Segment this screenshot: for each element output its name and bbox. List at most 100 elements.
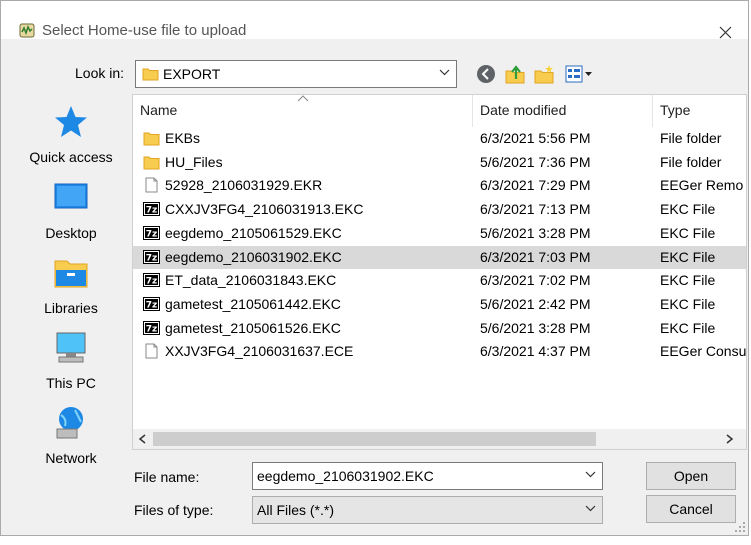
file-name: eegdemo_2105061529.EKC bbox=[165, 224, 342, 241]
place-label: This PC bbox=[46, 375, 96, 391]
file-row[interactable]: 7z eegdemo_2106031902.EKC 6/3/2021 7:03 PM… bbox=[133, 245, 746, 269]
file-name: 52928_2106031929.EKR bbox=[165, 177, 323, 194]
file-type: EKC File bbox=[660, 319, 716, 336]
file-type: File folder bbox=[660, 130, 722, 146]
sort-ascending-icon bbox=[297, 95, 309, 102]
svg-text:7z: 7z bbox=[146, 300, 158, 310]
file-name: HU_Files bbox=[165, 153, 223, 170]
file-name: XXJV3FG4_2106031637.ECE bbox=[165, 343, 354, 360]
file-upload-dialog: Select Home-use file to upload Look in: … bbox=[0, 0, 749, 536]
look-in-value: EXPORT bbox=[163, 66, 221, 82]
column-header-date[interactable]: Date modified bbox=[480, 102, 566, 118]
file-type: EKC File bbox=[660, 201, 716, 218]
file-date-modified: 6/3/2021 7:29 PM bbox=[480, 177, 591, 194]
place-quick-access[interactable]: Quick access bbox=[15, 105, 127, 175]
back-arrow-icon bbox=[477, 65, 495, 83]
file-type: EKC File bbox=[660, 248, 716, 265]
file-row[interactable]: 7z gametest_2105061526.EKC 5/6/2021 3:28 P… bbox=[133, 317, 746, 340]
svg-text:7z: 7z bbox=[146, 324, 158, 334]
close-button[interactable] bbox=[711, 19, 741, 45]
column-divider[interactable] bbox=[472, 95, 473, 127]
folder-icon bbox=[143, 156, 160, 170]
cancel-button[interactable]: Cancel bbox=[646, 495, 736, 523]
document-icon bbox=[145, 343, 158, 359]
folder-icon bbox=[143, 132, 160, 146]
view-menu-button[interactable] bbox=[564, 63, 596, 85]
file-list[interactable]: Name Date modified Type EKBs 6/3/2021 5:5… bbox=[132, 94, 747, 450]
place-network[interactable]: Network bbox=[15, 406, 127, 476]
place-label: Libraries bbox=[44, 300, 98, 316]
back-button[interactable] bbox=[475, 63, 497, 85]
up-folder-icon bbox=[505, 65, 525, 84]
file-row[interactable]: 52928_2106031929.EKR 6/3/2021 7:29 PM EEGe… bbox=[133, 174, 746, 197]
look-in-dropdown[interactable]: EXPORT bbox=[135, 60, 457, 88]
file-row[interactable]: 7z ET_data_2106031843.EKC 6/3/2021 7:02 PM… bbox=[133, 269, 746, 292]
file-date-modified: 5/6/2021 7:36 PM bbox=[480, 153, 591, 170]
file-row[interactable]: 7z CXXJV3FG4_2106031913.EKC 6/3/2021 7:13 … bbox=[133, 198, 746, 221]
file-name: gametest_2105061442.EKC bbox=[165, 295, 341, 312]
file-name: CXXJV3FG4_2106031913.EKC bbox=[165, 201, 364, 218]
file-date-modified: 6/3/2021 7:13 PM bbox=[480, 201, 591, 218]
resize-grip-icon[interactable] bbox=[734, 521, 746, 533]
files-of-type-dropdown[interactable]: All Files (*.*) bbox=[252, 496, 603, 524]
files-of-type-label: Files of type: bbox=[134, 502, 214, 518]
file-name-value[interactable]: eegdemo_2106031902.EKC bbox=[257, 468, 434, 484]
place-desktop[interactable]: Desktop bbox=[15, 181, 127, 251]
archive-7z-icon: 7z bbox=[143, 249, 160, 264]
new-folder-icon bbox=[534, 65, 554, 84]
file-row[interactable]: XXJV3FG4_2106031637.ECE 6/3/2021 4:37 PM E… bbox=[133, 340, 747, 363]
svg-text:7z: 7z bbox=[146, 253, 158, 263]
place-libraries[interactable]: Libraries bbox=[15, 256, 127, 326]
file-row[interactable]: 7z eegdemo_2105061529.EKC 5/6/2021 3:28 PM… bbox=[133, 222, 746, 245]
file-type: EEGer Remo bbox=[660, 177, 744, 194]
archive-7z-icon: 7z bbox=[143, 320, 160, 335]
new-folder-button[interactable] bbox=[533, 63, 555, 85]
column-header-name[interactable]: Name bbox=[140, 102, 177, 118]
scroll-left-icon[interactable] bbox=[137, 433, 149, 445]
archive-7z-icon: 7z bbox=[143, 202, 160, 217]
file-date-modified: 5/6/2021 3:28 PM bbox=[480, 224, 591, 241]
close-icon bbox=[719, 26, 732, 39]
file-name: ET_data_2106031843.EKC bbox=[165, 272, 337, 289]
file-name: gametest_2105061526.EKC bbox=[165, 319, 341, 336]
file-type: EKC File bbox=[660, 295, 716, 312]
file-type: EEGer Consu bbox=[660, 343, 747, 360]
libraries-icon bbox=[54, 260, 88, 288]
chevron-down-icon bbox=[585, 505, 596, 512]
app-icon bbox=[19, 23, 35, 38]
file-type: EKC File bbox=[660, 224, 716, 241]
title-bar: Select Home-use file to upload bbox=[1, 1, 748, 39]
archive-7z-icon: 7z bbox=[143, 273, 160, 288]
file-date-modified: 6/3/2021 7:02 PM bbox=[480, 272, 591, 289]
file-date-modified: 5/6/2021 2:42 PM bbox=[480, 295, 591, 312]
file-name-input[interactable]: eegdemo_2106031902.EKC bbox=[252, 462, 603, 490]
column-header-type[interactable]: Type bbox=[660, 102, 690, 118]
folder-icon bbox=[142, 68, 159, 81]
up-folder-button[interactable] bbox=[504, 63, 526, 85]
svg-text:7z: 7z bbox=[146, 206, 158, 216]
file-date-modified: 6/3/2021 4:37 PM bbox=[480, 343, 591, 360]
places-bar: Quick access Desktop Libraries This PC N… bbox=[15, 97, 127, 491]
view-menu-icon bbox=[565, 65, 592, 83]
file-name-label: File name: bbox=[134, 469, 200, 485]
column-header-row: Name Date modified Type bbox=[133, 95, 746, 127]
file-type: EKC File bbox=[660, 272, 716, 289]
scrollbar-thumb[interactable] bbox=[153, 432, 596, 446]
horizontal-scrollbar[interactable] bbox=[133, 429, 746, 449]
place-label: Network bbox=[45, 450, 97, 466]
chevron-down-icon[interactable] bbox=[585, 471, 596, 478]
computer-icon bbox=[56, 332, 86, 363]
file-row[interactable]: EKBs 6/3/2021 5:56 PM File folder bbox=[133, 127, 746, 150]
file-row[interactable]: HU_Files 5/6/2021 7:36 PM File folder bbox=[133, 151, 746, 174]
scroll-right-icon[interactable] bbox=[723, 433, 735, 445]
network-icon bbox=[56, 407, 83, 439]
svg-text:7z: 7z bbox=[146, 277, 158, 287]
dialog-title: Select Home-use file to upload bbox=[42, 22, 247, 39]
open-button[interactable]: Open bbox=[646, 462, 736, 490]
column-divider[interactable] bbox=[652, 95, 653, 127]
svg-text:7z: 7z bbox=[146, 229, 158, 239]
archive-7z-icon: 7z bbox=[143, 225, 160, 240]
file-type: File folder bbox=[660, 153, 722, 170]
file-row[interactable]: 7z gametest_2105061442.EKC 5/6/2021 2:42 P… bbox=[133, 293, 746, 316]
place-this-pc[interactable]: This PC bbox=[15, 331, 127, 401]
